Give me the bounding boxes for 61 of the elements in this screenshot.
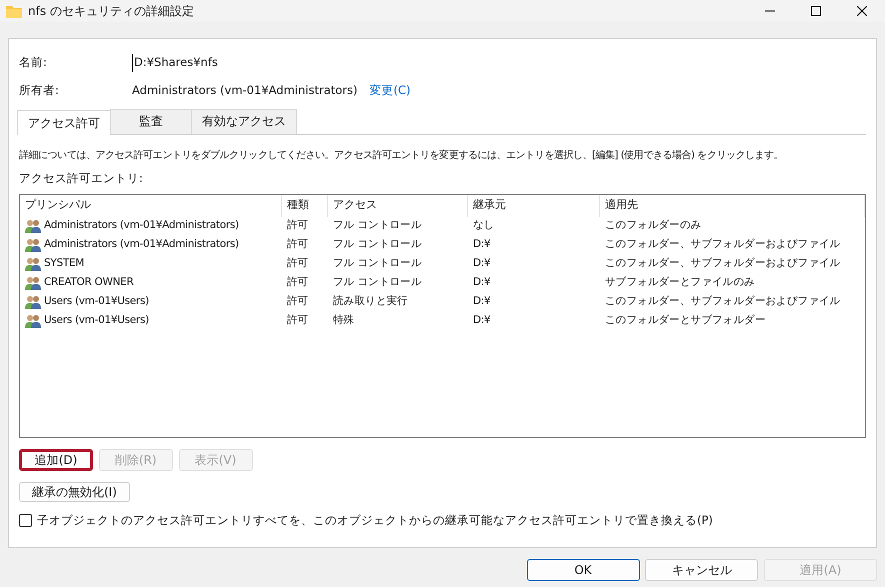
table-cell-text: 許可 [286, 237, 310, 252]
folder-icon [6, 4, 22, 18]
table-cell-text: このフォルダーのみ [604, 218, 702, 234]
users-icon [25, 314, 41, 328]
users-icon [25, 257, 41, 271]
dialog-button[interactable]: OK [526, 559, 640, 581]
name-label: 名前: [19, 54, 48, 72]
principal-name: CREATOR OWNER [44, 275, 134, 290]
table-cell-text: このフォルダー、サブフォルダーおよびファイル [604, 294, 842, 310]
table-cell-text: D:¥ [472, 237, 492, 252]
principal-name: Administrators (vm-01¥Administrators) [44, 218, 239, 234]
table-cell-text: 許可 [286, 313, 310, 328]
close-icon[interactable] [857, 6, 867, 16]
tab[interactable]: アクセス許可 [17, 110, 111, 135]
table-cell-text: 許可 [286, 256, 310, 272]
table-cell-text: フル コントロール [332, 256, 423, 272]
table-cell-text: D:¥ [472, 294, 492, 310]
table-cell-text: 読み取りと実行 [332, 294, 409, 310]
users-icon [25, 238, 41, 252]
table-cell-text: D:¥ [472, 275, 492, 290]
table-cell-text: D:¥ [472, 313, 492, 328]
replace-label: 子オブジェクトのアクセス許可エントリすべてを、このオブジェクトからの継承可能なアクセス許可エントリで置き換える(P) [37, 512, 713, 528]
table-cell-text: 許可 [286, 218, 310, 234]
entry-button[interactable]: 追加(D) [19, 448, 93, 470]
column-header[interactable]: 種類 [282, 194, 328, 216]
users-icon [25, 219, 41, 233]
replace-checkbox[interactable] [19, 514, 32, 527]
column-header[interactable]: 適用先 [600, 194, 865, 216]
users-icon [25, 295, 41, 309]
table-cell-text: なし [472, 218, 496, 234]
instructions-text: 詳細については、アクセス許可エントリをダブルクリックしてください。アクセス許可エントリを変更するには、エントリを選択し、[編集] (使用できる場合) をクリックします。 [19, 149, 784, 163]
dialog-button[interactable]: キャンセル [645, 559, 758, 581]
table-cell-text: このフォルダーとサブフォルダー [604, 313, 767, 328]
entries-label: アクセス許可エントリ: [19, 170, 144, 188]
principal-name: Users (vm-01¥Users) [44, 294, 149, 310]
disable-inheritance-button[interactable]: 継承の無効化(I) [19, 482, 130, 502]
window-title: nfs のセキュリティの詳細設定 [28, 3, 194, 20]
table-cell-text: このフォルダー、サブフォルダーおよびファイル [604, 256, 842, 272]
table-cell-text: 許可 [286, 275, 310, 290]
owner-value: Administrators (vm-01¥Administrators) [132, 82, 358, 100]
tab[interactable]: 有効なアクセス [191, 109, 297, 134]
column-header[interactable]: アクセス [328, 194, 468, 216]
principal-name: Administrators (vm-01¥Administrators) [44, 237, 239, 252]
change-link[interactable]: 変更(C) [370, 82, 411, 100]
table-cell-text: D:¥ [472, 256, 492, 272]
owner-label: 所有者: [19, 82, 60, 100]
column-header[interactable]: 継承元 [468, 194, 600, 216]
path-value: D:¥Shares¥nfs [132, 54, 218, 72]
table-cell-text: 特殊 [332, 313, 356, 328]
table-cell-text: フル コントロール [332, 237, 423, 252]
users-icon [25, 276, 41, 290]
table-cell-text: サブフォルダーとファイルのみ [604, 275, 756, 290]
table-cell-text: フル コントロール [332, 218, 423, 234]
tab[interactable]: 監査 [110, 109, 192, 134]
table-cell-text: 許可 [286, 294, 310, 310]
maximize-icon[interactable] [811, 6, 821, 16]
table-cell-text: このフォルダー、サブフォルダーおよびファイル [604, 237, 842, 252]
principal-name: Users (vm-01¥Users) [44, 313, 149, 328]
table-cell-text: フル コントロール [332, 275, 423, 290]
column-header[interactable]: プリンシパル [20, 194, 282, 216]
principal-name: SYSTEM [44, 256, 84, 272]
